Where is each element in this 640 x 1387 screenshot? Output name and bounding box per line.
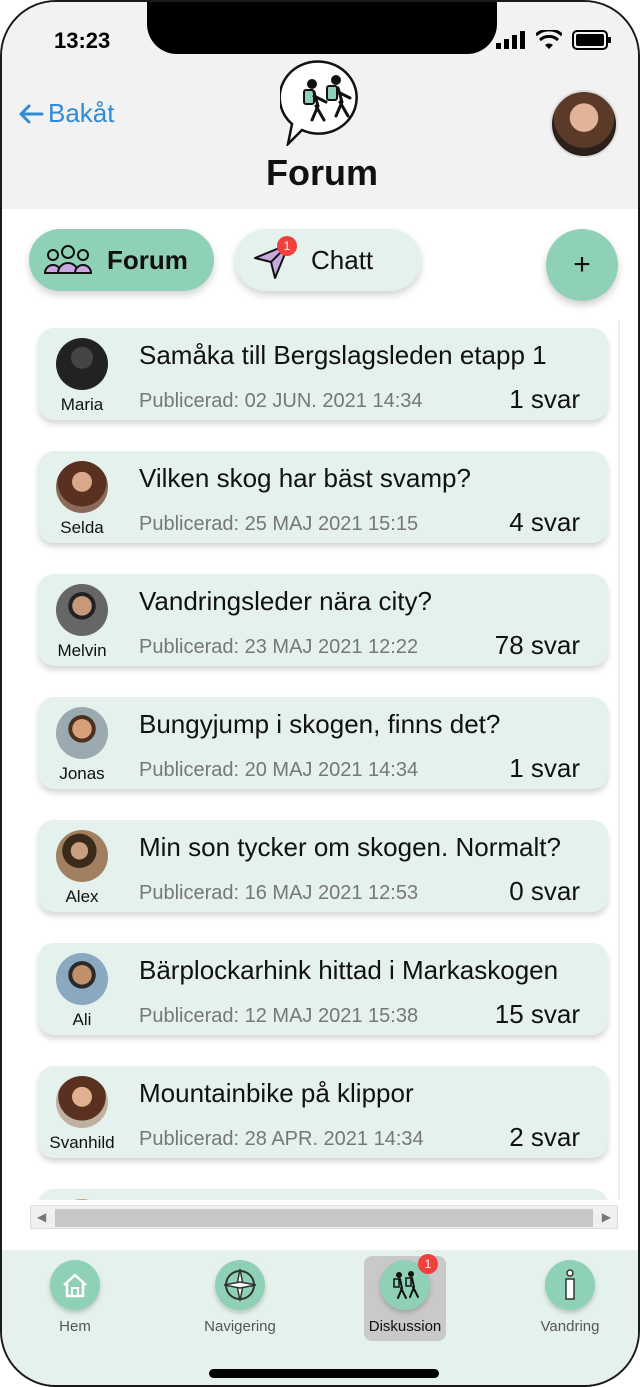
reply-count: 1 svar bbox=[509, 384, 580, 414]
tab-discussion-label: Diskussion bbox=[368, 1318, 442, 1335]
reply-count: 78 svar bbox=[494, 630, 580, 660]
home-icon-circle bbox=[50, 1260, 100, 1310]
tab-hiking-label: Vandring bbox=[540, 1318, 600, 1335]
phone-frame: 13:23 Bakåt Forum Forum 1 Chatt + Maria … bbox=[0, 0, 640, 1387]
post-title: Mountainbike på klippor bbox=[139, 1078, 414, 1108]
wifi-icon bbox=[536, 30, 562, 49]
compass-icon bbox=[223, 1268, 257, 1302]
compass-icon-circle bbox=[215, 1260, 265, 1310]
post-card[interactable]: Jonas Bungyjump i skogen, finns det? Pub… bbox=[38, 697, 608, 789]
reply-count: 4 svar bbox=[509, 507, 580, 537]
scroll-left-icon[interactable]: ◀ bbox=[37, 1210, 46, 1224]
tab-forum[interactable]: Forum bbox=[29, 229, 214, 291]
back-label: Bakåt bbox=[48, 98, 115, 128]
tab-hiking[interactable]: Vandring bbox=[522, 1260, 618, 1335]
author-avatar bbox=[56, 1199, 108, 1200]
page-title: Forum bbox=[266, 152, 378, 193]
author-avatar bbox=[56, 584, 108, 636]
battery-icon bbox=[572, 30, 611, 50]
scroll-right-icon[interactable]: ▶ bbox=[602, 1210, 611, 1224]
status-icons bbox=[496, 30, 612, 50]
author-avatar bbox=[56, 830, 108, 882]
author-name: Alex bbox=[65, 887, 99, 906]
post-date: Publicerad: 02 JUN. 2021 14:34 bbox=[139, 390, 423, 412]
post-card[interactable]: Svanhild Mountainbike på klippor Publice… bbox=[38, 1066, 608, 1158]
group-icon bbox=[43, 245, 93, 274]
author-avatar bbox=[56, 1076, 108, 1128]
post-date: Publicerad: 12 MAJ 2021 15:38 bbox=[139, 1005, 419, 1027]
post-date: Publicerad: 20 MAJ 2021 14:34 bbox=[139, 759, 419, 781]
post-title: Min son tycker om skogen. Normalt? bbox=[139, 832, 561, 862]
post-title: Vandringsleder nära city? bbox=[139, 586, 432, 616]
post-title: Vilken skog har bäst svamp? bbox=[139, 463, 471, 493]
tab-discussion[interactable]: 1 Diskussion bbox=[364, 1254, 446, 1341]
tab-chatt-label: Chatt bbox=[311, 244, 374, 275]
author-name: Ali bbox=[72, 1010, 92, 1029]
arrow-left-icon bbox=[19, 104, 44, 123]
scrollbar-thumb[interactable] bbox=[55, 1209, 593, 1227]
back-button[interactable]: Bakåt bbox=[18, 98, 115, 129]
discussion-icon-circle: 1 bbox=[380, 1254, 438, 1310]
chat-icon-wrap: 1 bbox=[253, 236, 297, 280]
bottom-tab-bar: Hem Navigering 1 Diskussion Vandring bbox=[2, 1250, 638, 1385]
post-date: Publicerad: 28 APR. 2021 14:34 bbox=[139, 1128, 424, 1150]
author-name: Maria bbox=[60, 395, 104, 414]
tab-navigation-label: Navigering bbox=[204, 1318, 276, 1335]
post-list[interactable]: Maria Samåka till Bergslagsleden etapp 1… bbox=[28, 320, 620, 1200]
author-name: Svanhild bbox=[49, 1133, 115, 1152]
info-icon bbox=[565, 1269, 575, 1300]
author-avatar bbox=[56, 338, 108, 390]
post-card[interactable]: Maria Samåka till Bergslagsleden etapp 1… bbox=[38, 328, 608, 420]
post-card-partial[interactable] bbox=[38, 1189, 608, 1200]
post-date: Publicerad: 16 MAJ 2021 12:53 bbox=[139, 882, 419, 904]
user-avatar[interactable] bbox=[550, 90, 618, 158]
author-name: Selda bbox=[60, 518, 104, 537]
reply-count: 15 svar bbox=[494, 999, 580, 1029]
hikers-icon bbox=[393, 1271, 419, 1299]
reply-count: 0 svar bbox=[509, 876, 580, 906]
tab-home-label: Hem bbox=[59, 1318, 91, 1335]
reply-count: 2 svar bbox=[509, 1122, 580, 1152]
add-post-button[interactable]: + bbox=[546, 229, 618, 301]
post-card[interactable]: Melvin Vandringsleder nära city? Publice… bbox=[38, 574, 608, 666]
chat-badge: 1 bbox=[277, 236, 297, 256]
home-icon bbox=[63, 1273, 87, 1298]
notch bbox=[147, 2, 497, 54]
header-area: 13:23 Bakåt Forum bbox=[2, 2, 638, 209]
cellular-signal-icon bbox=[496, 31, 525, 49]
post-card[interactable]: Alex Min son tycker om skogen. Normalt? … bbox=[38, 820, 608, 912]
post-title: Samåka till Bergslagsleden etapp 1 bbox=[139, 340, 547, 370]
post-date: Publicerad: 25 MAJ 2021 15:15 bbox=[139, 513, 419, 535]
tab-chatt[interactable]: 1 Chatt bbox=[235, 229, 421, 291]
info-icon-circle bbox=[545, 1260, 595, 1310]
tab-home[interactable]: Hem bbox=[27, 1260, 123, 1335]
tab-navigation[interactable]: Navigering bbox=[192, 1260, 288, 1335]
horizontal-scrollbar[interactable]: ◀ ▶ bbox=[30, 1205, 618, 1229]
post-card[interactable]: Selda Vilken skog har bäst svamp? Public… bbox=[38, 451, 608, 543]
tab-forum-label: Forum bbox=[107, 244, 188, 275]
home-indicator[interactable] bbox=[209, 1369, 439, 1378]
post-card[interactable]: Ali Bärplockarhink hittad i Markaskogen … bbox=[38, 943, 608, 1035]
status-time: 13:23 bbox=[54, 28, 111, 53]
author-avatar bbox=[56, 461, 108, 513]
author-avatar bbox=[56, 953, 108, 1005]
author-avatar bbox=[56, 707, 108, 759]
reply-count: 1 svar bbox=[509, 753, 580, 783]
author-name: Melvin bbox=[57, 641, 107, 660]
author-name: Jonas bbox=[59, 764, 105, 783]
post-title: Bungyjump i skogen, finns det? bbox=[139, 709, 501, 739]
post-date: Publicerad: 23 MAJ 2021 12:22 bbox=[139, 636, 419, 658]
discussion-badge: 1 bbox=[418, 1254, 438, 1274]
post-title: Bärplockarhink hittad i Markaskogen bbox=[139, 955, 559, 985]
hikers-chat-logo bbox=[280, 60, 358, 146]
